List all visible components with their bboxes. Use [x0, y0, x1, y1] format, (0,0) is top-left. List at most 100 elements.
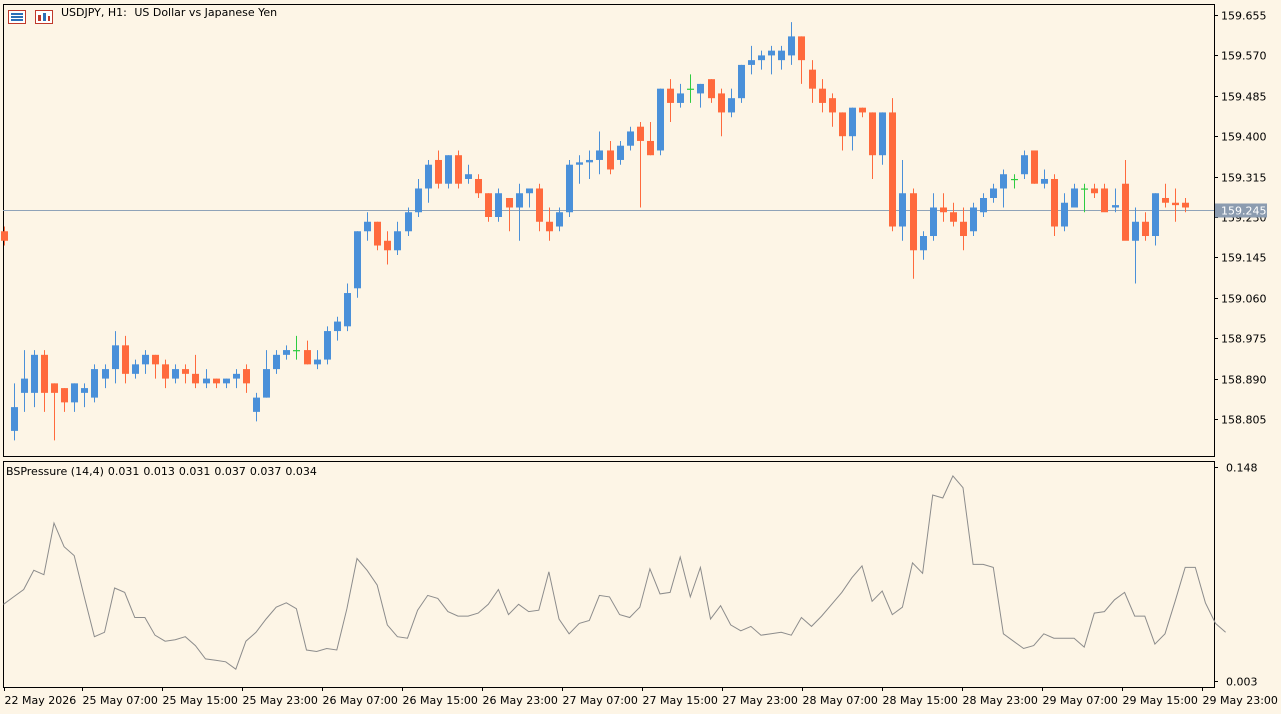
candle-body: [81, 388, 88, 393]
candle-body: [1091, 188, 1098, 194]
time-tick-label: 26 May 07:00: [323, 694, 398, 707]
indicator-tick-label: 0.148: [1226, 462, 1258, 475]
candle-body: [1132, 221, 1139, 241]
candle-body: [788, 36, 795, 56]
candle-body: [879, 112, 886, 156]
candle-body: [243, 369, 250, 384]
candle-body: [1011, 178, 1018, 181]
symbol-label: USDJPY, H1:: [61, 6, 127, 19]
indicator-label: BSPressure (14,4) 0.031 0.013 0.031 0.037 0.0…: [6, 465, 321, 478]
candle-body: [859, 107, 866, 113]
candle-body: [263, 369, 270, 398]
candle-body: [162, 364, 169, 379]
indicator-frame: [3, 461, 1215, 688]
candle-body: [1172, 202, 1179, 206]
price-tick-label: 158.975: [1221, 333, 1267, 346]
indicator-value: 0.037: [249, 465, 282, 478]
candle-body: [11, 407, 18, 431]
candle-body: [617, 145, 624, 160]
candle-body: [415, 188, 422, 213]
candle-body: [152, 354, 159, 365]
candle-body: [314, 359, 321, 365]
candle-body: [384, 240, 391, 251]
candle-body: [1061, 202, 1068, 227]
chart-canvas[interactable]: 159.655 159.570 159.485 159.400 159.315 159.2…: [0, 0, 1281, 714]
candle-body: [112, 345, 119, 370]
candle-body: [728, 98, 735, 113]
candle-body: [1142, 221, 1149, 237]
candle-body: [718, 93, 725, 113]
candle-body: [21, 378, 28, 393]
candle-body: [203, 378, 210, 384]
candle-body: [495, 193, 502, 217]
candle-body: [445, 155, 452, 184]
candle-body: [526, 188, 533, 194]
time-tick-label: 28 May 15:00: [883, 694, 958, 707]
price-tick-label: 158.805: [1221, 414, 1267, 427]
price-tick-label: 159.485: [1221, 91, 1267, 104]
candle-body: [324, 331, 331, 360]
candle-body: [233, 373, 240, 379]
candle-body: [566, 164, 573, 213]
candle-body: [829, 98, 836, 113]
candle-body: [960, 221, 967, 237]
candle-body: [990, 188, 997, 198]
candle-body: [596, 150, 603, 160]
candle-body: [364, 221, 371, 232]
time-tick-label: 22 May 2026: [5, 694, 77, 707]
menu-list-icon[interactable]: [8, 9, 26, 24]
candle-body: [586, 159, 593, 163]
candle-body: [940, 207, 947, 213]
chart-window-icon[interactable]: [35, 9, 53, 24]
time-tick-label: 28 May 07:00: [803, 694, 878, 707]
candle-body: [41, 354, 48, 393]
candle-body: [697, 83, 704, 94]
candle-body: [677, 93, 684, 103]
candle-body: [708, 79, 715, 99]
indicator-value: 0.013: [143, 465, 175, 478]
candle-body: [1041, 178, 1048, 184]
current-price-label: 159.245: [1221, 205, 1267, 218]
candle-body: [91, 369, 98, 398]
time-tick-label: 25 May 07:00: [83, 694, 158, 707]
candle-body: [1182, 202, 1189, 208]
price-tick-label: 159.400: [1221, 131, 1267, 144]
indicator-value: 0.034: [285, 465, 317, 478]
candle-body: [1122, 183, 1129, 241]
candle-body: [1031, 150, 1038, 184]
candle-body: [31, 354, 38, 393]
candle-body: [849, 107, 856, 137]
candle-body: [61, 388, 68, 403]
indicator-line: [3, 474, 1226, 670]
candle-body: [293, 350, 300, 352]
candle-body: [283, 350, 290, 355]
candle-body: [142, 354, 149, 365]
candle-body: [405, 212, 412, 232]
candle-body: [778, 50, 785, 61]
candle-body: [192, 373, 199, 384]
indicator-value: 0.037: [214, 465, 246, 478]
time-tick-label: 27 May 07:00: [563, 694, 638, 707]
time-tick-label: 26 May 15:00: [403, 694, 478, 707]
candle-body: [465, 174, 472, 179]
candle-body: [425, 164, 432, 189]
candle-body: [758, 55, 765, 61]
candle-body: [223, 378, 230, 384]
candle-body: [647, 140, 654, 156]
candle-body: [1101, 188, 1108, 213]
candle-body: [607, 150, 614, 170]
candle-body: [132, 364, 139, 374]
candle-body: [950, 212, 957, 222]
candle-body: [576, 162, 583, 165]
candle-body: [1051, 178, 1058, 227]
candle-body: [1021, 155, 1028, 175]
candle-body: [889, 112, 896, 227]
time-tick-label: 26 May 23:00: [483, 694, 558, 707]
symbol-description: US Dollar vs Japanese Yen: [134, 6, 278, 19]
time-tick-label: 25 May 23:00: [243, 694, 318, 707]
candle-body: [1, 231, 8, 241]
candle-body: [970, 207, 977, 232]
candle-body: [1152, 193, 1159, 237]
candle-body: [637, 126, 644, 141]
time-tick-label: 29 May 23:00: [1203, 694, 1278, 707]
